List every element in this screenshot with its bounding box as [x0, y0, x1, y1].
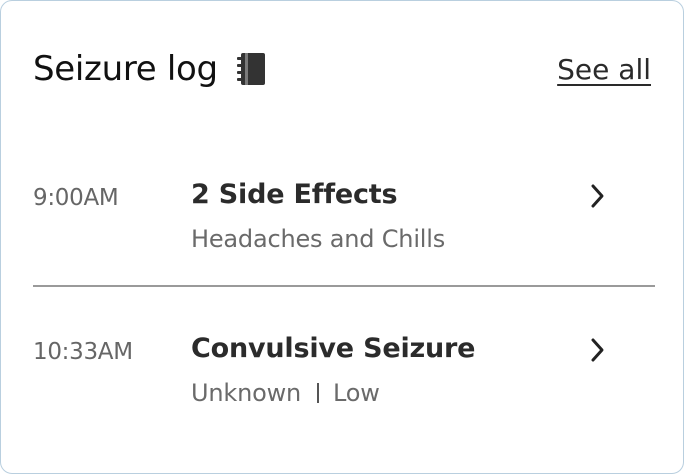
divider: [33, 285, 655, 287]
notebook-icon: [236, 50, 268, 88]
entry-subtitle-severity: Low: [333, 379, 380, 407]
see-all-link[interactable]: See all: [557, 53, 651, 86]
entry-time: 10:33AM: [33, 339, 133, 365]
log-entry[interactable]: 9:00AM 2 Side Effects Headaches and Chil…: [33, 173, 655, 273]
entry-subtitle-type: Unknown: [191, 379, 302, 407]
entry-title: Convulsive Seizure: [191, 333, 476, 364]
chevron-right-icon[interactable]: [585, 335, 609, 365]
seizure-log-card: Seizure log See all 9:00AM 2 Side Effect…: [0, 0, 684, 474]
card-title: Seizure log: [33, 49, 218, 89]
entry-subtitle: Unknown Low: [191, 379, 380, 407]
entry-title: 2 Side Effects: [191, 179, 398, 210]
chevron-right-icon[interactable]: [585, 181, 609, 211]
entry-subtitle: Headaches and Chills: [191, 225, 445, 253]
entry-subtitle-text: Headaches and Chills: [191, 225, 446, 253]
subtitle-separator: [317, 383, 320, 403]
log-entry[interactable]: 10:33AM Convulsive Seizure Unknown Low: [33, 327, 655, 427]
entry-time: 9:00AM: [33, 185, 119, 211]
card-header: Seizure log: [33, 47, 268, 91]
